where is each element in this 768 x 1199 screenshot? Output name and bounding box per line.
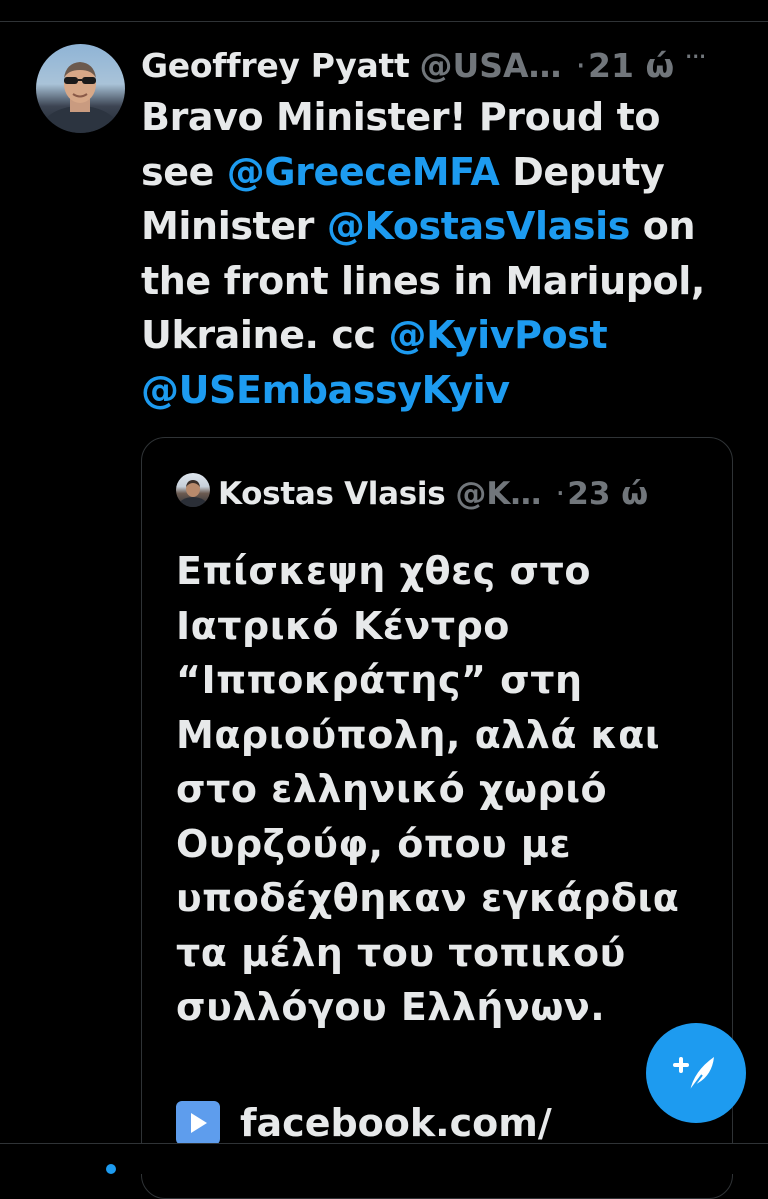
tweet-text-line: Minister @KostasVlasis on xyxy=(141,199,741,254)
quoted-text-line: Επίσκεψη χθες στο xyxy=(176,549,591,593)
play-button-icon xyxy=(176,1101,220,1145)
author-name[interactable]: Geoffrey Pyatt xyxy=(141,46,410,85)
tweet-timestamp[interactable]: 21 ώ xyxy=(588,46,674,85)
tweet-text-line: Ukraine. cc @KyivPost xyxy=(141,308,741,363)
quoted-tweet-header: Kostas Vlasis @K… · 23 ώ xyxy=(218,474,718,514)
quoted-header-separator: · xyxy=(555,476,566,512)
more-options-icon[interactable]: ··· xyxy=(684,40,707,73)
tweet-text-segment: Deputy xyxy=(499,149,665,194)
quoted-tweet-text: Επίσκεψη χθες στο Ιατρικό Κέντρο “Ιπποκρ… xyxy=(176,544,716,1035)
header-separator: · xyxy=(575,45,587,85)
quoted-author-handle[interactable]: @K… xyxy=(455,476,541,512)
tweet-text-segment: Minister xyxy=(141,204,327,248)
bottom-navigation-bar xyxy=(0,1143,768,1174)
tweet-text-line: see @GreeceMFA Deputy xyxy=(141,145,741,200)
facebook-link-text[interactable]: facebook.com/ xyxy=(240,1101,552,1145)
mention-kyivpost[interactable]: @KyivPost xyxy=(389,313,608,357)
quoted-author-avatar-image xyxy=(178,480,208,507)
quoted-text-line: Ιατρικό Κέντρο xyxy=(176,603,510,648)
tweet-text-line: @USEmbassyKyiv xyxy=(141,363,741,418)
tweet-text-line: Bravo Minister! Proud to xyxy=(141,95,661,139)
quoted-tweet-card[interactable]: Kostas Vlasis @K… · 23 ώ Επίσκεψη χθες σ… xyxy=(141,437,733,1199)
tweet-text-segment: Ukraine. cc xyxy=(141,313,389,357)
mention-kostasvlasis[interactable]: @KostasVlasis xyxy=(327,204,630,248)
quoted-author-avatar[interactable] xyxy=(176,473,210,507)
quoted-text-line: Ουρζούφ, όπου με xyxy=(176,821,572,866)
tweet-text: Bravo Minister! Proud to see @GreeceMFA … xyxy=(141,90,741,417)
tweet-text-segment: see xyxy=(141,149,227,194)
mention-usembassykyiv[interactable]: @USEmbassyKyiv xyxy=(141,368,510,412)
tweet-header: Geoffrey Pyatt @USA… · 21 ώ ··· xyxy=(141,40,741,90)
author-avatar[interactable] xyxy=(36,44,125,133)
tweet-text-line: the front lines in Mariupol, xyxy=(141,258,705,303)
quoted-text-line: συλλόγου Ελλήνων. xyxy=(176,985,606,1029)
author-avatar-image xyxy=(40,62,120,133)
mention-greecemfa[interactable]: @GreeceMFA xyxy=(227,150,500,194)
quoted-text-line: Μαριούπολη, αλλά και xyxy=(176,712,661,757)
author-handle[interactable]: @USA… xyxy=(419,46,561,85)
tweet-text-segment: on xyxy=(629,204,696,248)
quoted-text-line: στο ελληνικό χωριό xyxy=(176,767,608,811)
top-divider xyxy=(0,21,768,22)
compose-tweet-icon xyxy=(673,1057,714,1092)
facebook-link[interactable]: facebook.com/ xyxy=(176,1101,552,1145)
quoted-tweet-timestamp[interactable]: 23 ώ xyxy=(567,476,648,512)
quoted-text-line: τα μέλη του τοπικού xyxy=(176,930,626,975)
quoted-text-line: υποδέχθηκαν εγκάρδια xyxy=(176,876,680,920)
quoted-author-name[interactable]: Kostas Vlasis xyxy=(218,476,446,512)
quoted-text-line: “Ιπποκράτης” στη xyxy=(176,658,583,702)
compose-tweet-button[interactable] xyxy=(646,1023,746,1123)
